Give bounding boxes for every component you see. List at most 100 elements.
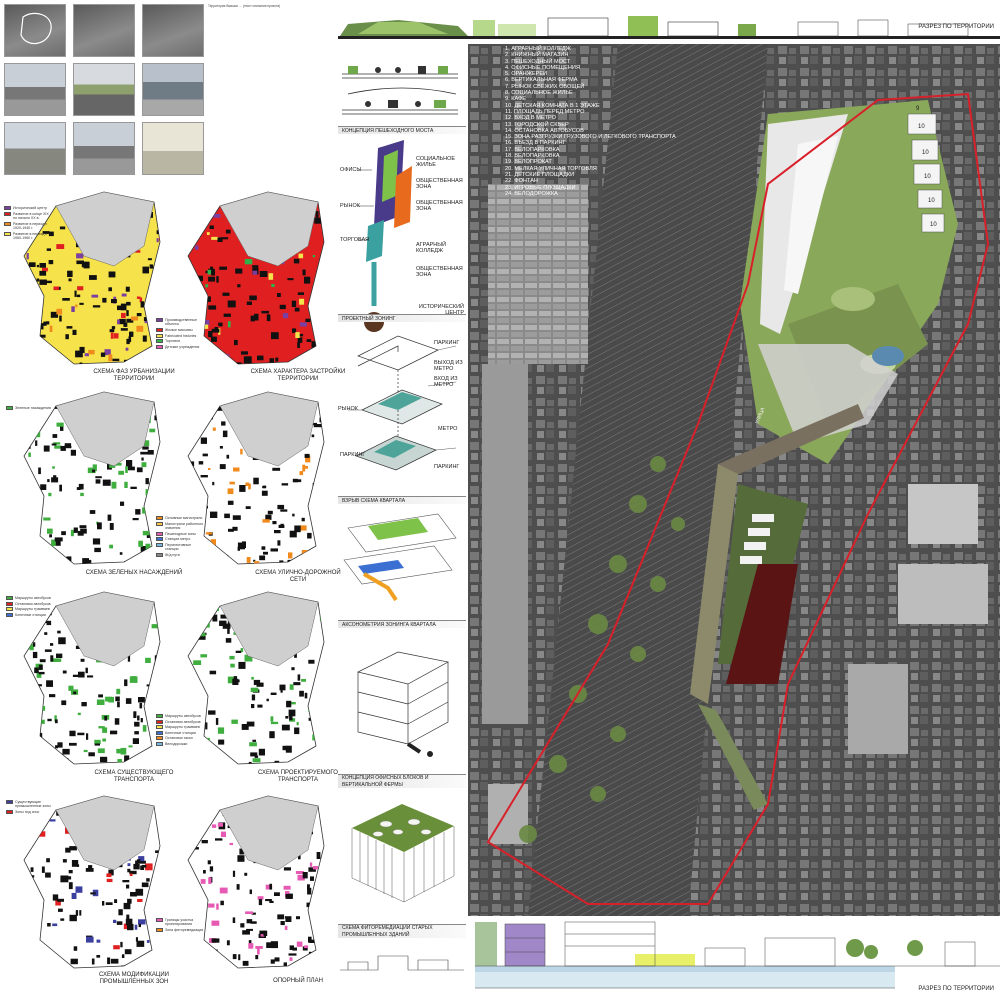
scheme-block — [28, 875, 35, 878]
scheme-block — [219, 464, 226, 470]
scheme-block — [120, 941, 123, 948]
scheme-block — [244, 872, 248, 876]
scheme-block — [232, 954, 237, 960]
scheme-block — [98, 694, 103, 698]
scheme-block — [138, 923, 141, 928]
scheme-block — [104, 715, 108, 721]
scheme-block — [55, 745, 58, 749]
scheme-block — [312, 866, 318, 870]
plan-number-10a: 10 — [918, 124, 925, 130]
scheme-block — [48, 260, 54, 265]
scheme-block — [198, 461, 204, 465]
scheme-block — [36, 264, 39, 268]
scheme-block — [30, 867, 34, 872]
scheme-block — [39, 659, 46, 663]
scheme-block — [95, 476, 102, 479]
scheme-block — [216, 362, 223, 364]
caption-building-character: СХЕМА ХАРАКТЕРА ЗАСТРОЙКИ ТЕРРИТОРИИ — [250, 369, 346, 382]
scheme-block — [315, 486, 320, 492]
scheme-block — [27, 541, 35, 544]
scheme-block — [227, 300, 236, 308]
scheme-block — [24, 288, 28, 291]
scheme-block — [62, 298, 70, 301]
scheme-block — [312, 755, 317, 758]
scheme-block — [238, 661, 246, 669]
scheme-block — [191, 708, 197, 714]
scheme-block — [227, 321, 231, 328]
scheme-urbanization-phases: Исторический центр Развитие в конце XIX п… — [4, 186, 175, 386]
scheme-block — [190, 295, 198, 298]
scheme-block — [78, 671, 85, 678]
scheme-block — [303, 466, 308, 469]
scheme-block — [60, 918, 65, 921]
scheme-block — [205, 270, 208, 274]
scheme-block — [252, 265, 259, 268]
scheme-block — [31, 196, 36, 202]
site-photo-street-2 — [73, 63, 135, 116]
scheme-block — [257, 948, 260, 955]
zoning-label-parking-3: ПАРКИНГ — [434, 464, 460, 470]
legend-label: Развитие в конце XIX по начало XX в. — [13, 211, 49, 220]
scheme-block — [198, 301, 204, 308]
scheme-block — [317, 548, 323, 552]
scheme-block — [314, 688, 322, 696]
scheme-block — [259, 555, 266, 561]
legend-label: Развитие в период с 1950-1960 г. — [13, 231, 48, 240]
scheme-block — [192, 500, 198, 506]
scheme-block — [51, 443, 57, 446]
scheme-block — [73, 527, 78, 533]
scheme-block — [54, 445, 62, 449]
scheme-block — [36, 278, 40, 282]
scheme-block — [299, 322, 307, 327]
scheme-block — [140, 546, 146, 552]
scheme-block — [126, 301, 131, 306]
scheme-block — [312, 734, 320, 741]
legend-swatch — [6, 607, 13, 612]
scheme-block — [266, 942, 273, 948]
scheme-block — [124, 359, 128, 364]
legend-urbanization-phases: Исторический центр Развитие в конце XIX п… — [4, 206, 50, 242]
scheme-block — [159, 492, 160, 499]
scheme-block — [296, 941, 303, 947]
scheme-block — [296, 916, 300, 920]
scheme-block — [162, 452, 166, 456]
scheme-block — [201, 840, 208, 844]
scheme-block — [78, 483, 84, 490]
scheme-block — [116, 688, 121, 695]
scheme-block — [266, 698, 269, 702]
scheme-block — [91, 294, 99, 298]
scheme-block — [280, 921, 285, 926]
scheme-block — [58, 358, 66, 364]
scheme-block — [147, 303, 156, 310]
scheme-block — [39, 279, 47, 285]
scheme-block — [121, 954, 125, 958]
scheme-block — [261, 546, 266, 550]
scheme-block — [102, 738, 106, 742]
scheme-block — [291, 667, 295, 671]
scheme-block — [24, 499, 33, 507]
scheme-block — [125, 698, 132, 704]
scheme-block — [283, 867, 291, 871]
scheme-block — [218, 739, 225, 745]
scheme-block — [138, 697, 145, 703]
scheme-block — [70, 449, 76, 456]
scheme-block — [120, 303, 127, 311]
scheme-block — [318, 476, 323, 482]
scheme-block — [131, 759, 136, 764]
legend-swatch — [156, 344, 163, 349]
scheme-block — [309, 939, 317, 943]
scheme-block — [39, 402, 47, 405]
scheme-block — [254, 755, 259, 758]
legend-swatch — [156, 318, 163, 322]
scheme-block — [279, 684, 286, 691]
legend-projected-transport-item: Маршруты автобусов — [156, 714, 204, 718]
legend-road-network-item: Магистрали районного значения — [156, 521, 204, 531]
scheme-block — [322, 425, 324, 428]
scheme-block — [106, 873, 112, 878]
scheme-block — [222, 292, 230, 296]
scheme-block — [87, 675, 94, 678]
legend-swatch — [156, 736, 163, 741]
legend-label: Детские учреждения — [165, 344, 200, 349]
scheme-block — [319, 681, 324, 685]
bridge-label-trade: ТОРГОВАЯ — [340, 237, 370, 243]
